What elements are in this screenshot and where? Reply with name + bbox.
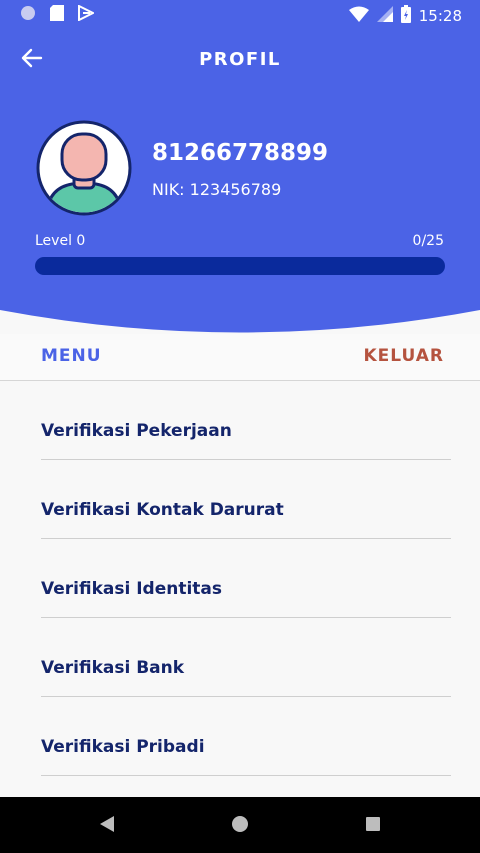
circle-home-icon bbox=[231, 815, 249, 837]
tab-menu[interactable]: MENU bbox=[41, 346, 102, 366]
profile-nik: NIK: 123456789 bbox=[152, 180, 282, 199]
nav-home-button[interactable] bbox=[227, 813, 253, 839]
menu-item-label: Verifikasi Identitas bbox=[41, 579, 223, 599]
verification-menu-list: Verifikasi Pekerjaan Verifikasi Kontak D… bbox=[0, 381, 480, 776]
nav-recents-button[interactable] bbox=[360, 813, 386, 839]
sd-card-icon bbox=[50, 5, 64, 25]
menu-item-label: Verifikasi Kontak Darurat bbox=[41, 500, 284, 520]
menu-item-verifikasi-pekerjaan[interactable]: Verifikasi Pekerjaan bbox=[41, 381, 451, 460]
menu-item-verifikasi-kontak-darurat[interactable]: Verifikasi Kontak Darurat bbox=[41, 460, 451, 539]
triangle-back-icon bbox=[99, 815, 115, 837]
level-count: 0/25 bbox=[412, 233, 444, 249]
battery-icon bbox=[400, 5, 411, 27]
logout-button[interactable]: KELUAR bbox=[363, 346, 444, 366]
menu-item-label: Verifikasi Pribadi bbox=[41, 737, 205, 757]
level-label: Level 0 bbox=[35, 233, 86, 249]
profile-phone: 81266778899 bbox=[152, 140, 329, 166]
app-bar: PROFIL bbox=[0, 30, 480, 90]
nav-back-button[interactable] bbox=[94, 813, 120, 839]
signal-icon bbox=[376, 6, 393, 26]
menu-item-label: Verifikasi Pekerjaan bbox=[41, 421, 232, 441]
avatar bbox=[36, 120, 132, 216]
app-notification-icon bbox=[78, 4, 96, 25]
menu-item-verifikasi-identitas[interactable]: Verifikasi Identitas bbox=[41, 539, 451, 618]
menu-item-label: Verifikasi Bank bbox=[41, 658, 185, 678]
status-bar: 15:28 bbox=[0, 0, 480, 30]
status-time: 15:28 bbox=[418, 7, 462, 25]
notification-dot-icon bbox=[20, 5, 36, 25]
menu-item-verifikasi-pribadi[interactable]: Verifikasi Pribadi bbox=[41, 697, 451, 776]
page-title: PROFIL bbox=[199, 49, 281, 70]
system-navigation-bar bbox=[0, 797, 480, 853]
level-progress-bar bbox=[35, 257, 445, 275]
wifi-icon bbox=[348, 6, 369, 26]
square-recents-icon bbox=[365, 816, 381, 836]
menu-header: MENU KELUAR bbox=[0, 334, 480, 381]
menu-item-verifikasi-bank[interactable]: Verifikasi Bank bbox=[41, 618, 451, 697]
